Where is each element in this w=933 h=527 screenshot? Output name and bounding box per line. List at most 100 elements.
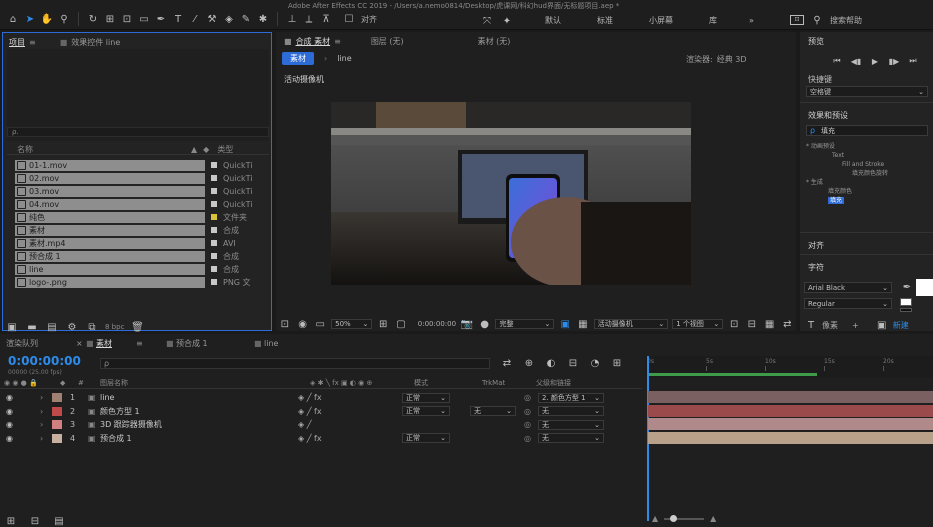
graph-editor-icon[interactable]: ⊞ [610,356,624,370]
pan-behind-tool-icon[interactable]: ⊡ [120,12,134,26]
zoom-in-icon[interactable]: ▲ [710,514,716,523]
snapping-icon[interactable]: ☐ [342,12,356,26]
workspace-small-screen[interactable]: 小屏幕 [649,15,709,26]
trash-icon[interactable]: 🗑 [130,320,144,334]
expand-arrow-icon[interactable]: › [40,393,52,402]
col-type[interactable]: 类型 [217,144,233,155]
vr-icon[interactable]: ▭ [313,317,327,331]
trkmat-dropdown[interactable]: 无 ⌄ [470,406,516,416]
shape-tool-icon[interactable]: ▭ [137,12,151,26]
rotate-tool-icon[interactable]: ↻ [86,12,100,26]
tab-footage[interactable]: 素材 (无) [478,36,511,47]
layer-name[interactable]: 预合成 1 [100,433,298,444]
fill-color-swatch[interactable] [916,279,933,296]
align-label[interactable]: 对齐 [361,14,377,25]
layer-duration-bar[interactable] [648,404,933,417]
pen-tool-icon[interactable]: ✒ [154,12,168,26]
motion-sketch-icon[interactable]: ✦ [500,14,514,28]
renderer-value[interactable]: 经典 3D [717,54,747,65]
tab-project[interactable]: 项目 [9,37,25,48]
draft-3d-icon[interactable]: ⊕ [522,356,536,370]
time-ruler[interactable]: 0s 5s 10s 15s 20s [645,356,933,378]
tab-precomp-1[interactable]: 预合成 1 [176,338,254,349]
layer-label-color[interactable] [52,420,62,429]
layer-row[interactable]: ◉ › 4 ▣ 预合成 1 ◈ ╱ fx 正常 ⌄ ◎ 无 ⌄ [0,432,642,445]
toggle-transparency-icon[interactable]: ▦ [576,317,590,331]
project-item[interactable]: 02.mov QuickTi [15,172,275,184]
eyedropper-icon[interactable]: ✒ [900,280,914,294]
layer-label-color[interactable] [52,433,62,443]
text-tool-icon[interactable]: T [171,12,185,26]
layer-switches[interactable]: ◈ ╱ fx [298,393,402,402]
col-trkmat[interactable]: TrkMat [482,379,536,387]
visibility-eye-icon[interactable]: ◉ [0,407,40,416]
hand-tool-icon[interactable]: ✋ [40,12,54,26]
layer-name[interactable]: line [100,393,298,402]
axis-view-icon[interactable]: ⊼ [319,12,333,26]
workspace-standard[interactable]: 标准 [597,15,649,26]
workspace-menu-icon[interactable]: » [749,16,789,25]
resolution-dropdown[interactable]: 完整 ⌄ [495,319,555,329]
puppet-tool-icon[interactable]: ✱ [256,12,270,26]
bpc-label[interactable]: 8 bpc [105,323,124,331]
new-folder-icon[interactable]: ▬ [25,320,39,334]
tab-close-icon[interactable]: × [76,339,86,348]
play-icon[interactable]: ▶ [868,54,882,68]
home-icon[interactable]: ⌂ [6,12,20,26]
tab-menu-icon[interactable]: ≡ [334,37,341,46]
tab-comp-source[interactable]: 素材 [96,338,136,349]
effects-search-input[interactable]: ρ 填充 [806,125,928,136]
label-color-swatch[interactable] [211,201,217,207]
toggle-layer-switches-icon[interactable]: ⊞ [4,514,18,527]
visibility-eye-icon[interactable]: ◉ [0,393,40,402]
expand-arrow-icon[interactable]: › [40,434,52,443]
parent-pick-whip-icon[interactable]: ◎ [524,393,538,402]
toggle-modes-icon[interactable]: ⊟ [28,514,42,527]
layer-name[interactable]: 颜色方型 1 [100,406,298,417]
eraser-tool-icon[interactable]: ◈ [222,12,236,26]
current-time[interactable]: 0:00:00:00 [418,320,456,328]
col-name[interactable]: 名称 [7,144,197,155]
brush-tool-icon[interactable]: ⁄ [188,12,202,26]
parent-pick-whip-icon[interactable]: ◎ [524,434,538,443]
roto-brush-tool-icon[interactable]: ✎ [239,12,253,26]
window-size-icon[interactable]: ⊡ [790,15,804,25]
project-item[interactable]: 03.mov QuickTi [15,185,275,197]
project-item[interactable]: 预合成 1 合成 [15,250,275,262]
tree-item-text[interactable]: Text [804,151,930,160]
composition-viewer[interactable] [331,102,691,285]
comp-mini-flowchart-icon[interactable]: ⇄ [500,356,514,370]
next-frame-icon[interactable]: ▮▶ [887,54,901,68]
project-item[interactable]: 01-1.mov QuickTi [15,159,275,171]
workspace-default[interactable]: 默认 [545,15,597,26]
project-item[interactable]: 纯色 文件夹 [15,211,275,223]
project-item[interactable]: 素材 合成 [15,224,275,236]
interpret-footage-icon[interactable]: ▣ [5,320,19,334]
snap-distribute-icon[interactable]: ⤧ [480,14,494,28]
size-unit[interactable]: 像素 [822,320,838,331]
label-color-swatch[interactable] [211,175,217,181]
tab-composition[interactable]: 合成 素材 [296,36,331,47]
workspace-library[interactable]: 库 [709,15,749,26]
timeline-icon[interactable]: ▦ [763,317,777,331]
parent-pick-whip-icon[interactable]: ◎ [524,407,538,416]
font-style-dropdown[interactable]: Regular ⌄ [804,298,892,309]
selection-tool-icon[interactable]: ➤ [23,12,37,26]
tree-item-animation-presets[interactable]: * 动画预设 [804,142,930,151]
new-comp-icon[interactable]: ▤ [45,320,59,334]
tree-item-fill-stroke[interactable]: Fill and Stroke [804,160,930,169]
expand-arrow-icon[interactable]: › [40,420,52,429]
layer-duration-bar[interactable] [648,431,933,444]
tab-effect-controls[interactable]: 效果控件 line [71,37,120,48]
label-color-swatch[interactable] [211,253,217,259]
visibility-eye-icon[interactable]: ◉ [0,420,40,429]
show-channel-icon[interactable]: ● [478,317,492,331]
project-item[interactable]: line 合成 [15,263,275,275]
toggle-duration-icon[interactable]: ▤ [52,514,66,527]
snapshot-icon[interactable]: 📷 [460,317,474,331]
stroke-color-swatch[interactable] [900,298,912,306]
transparency-grid-icon[interactable]: ▢ [394,317,408,331]
tree-item-fill-color-rotate[interactable]: 填充颜色旋转 [804,169,930,178]
blend-mode-dropdown[interactable]: 正常 ⌄ [402,406,450,416]
tree-item-fill-color[interactable]: 填充颜色 [804,187,930,196]
